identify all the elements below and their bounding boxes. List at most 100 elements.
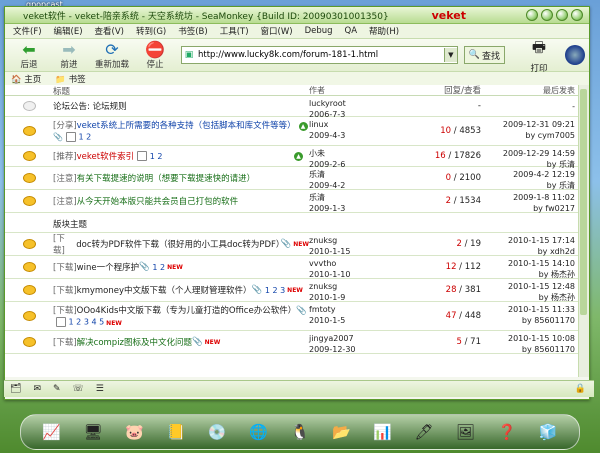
reload-button[interactable]: ⟳ 重新加载 [89, 40, 135, 71]
reply-count: 2 [456, 239, 462, 249]
pen-app-icon[interactable]: 🖊 [413, 421, 435, 443]
thread-title[interactable]: veket软件索引 [77, 150, 134, 162]
table-row[interactable]: [下载] 解决compiz图标及中文化问题 📎 NEW jingya2007 2009-… [5, 331, 579, 354]
chart-app-icon[interactable]: 📈 [41, 421, 63, 443]
help-app-icon[interactable]: ❓ [496, 421, 518, 443]
menu-file[interactable]: 文件(F) [13, 25, 42, 37]
last-post-date[interactable]: 2010-1-15 11:33 [487, 304, 575, 315]
thread-title[interactable]: veket系统上所需要的各种支持（包括脚本和库文件等等） [77, 121, 296, 131]
composer-icon[interactable]: ✎ [53, 384, 61, 394]
vertical-scrollbar[interactable] [578, 85, 589, 377]
menu-edit[interactable]: 编辑(E) [54, 25, 83, 37]
last-post-date[interactable]: 2009-12-29 14:59 [487, 148, 575, 159]
home-bookmark[interactable]: 🏠 主页 [11, 73, 41, 85]
menu-tools[interactable]: 工具(T) [220, 25, 249, 37]
table-row[interactable]: [下载] kmymoney中文版下载（个人理财管理软件） 📎 1 2 3 NEW zn… [5, 279, 579, 302]
view-count: 381 [464, 285, 481, 295]
pet-app-icon[interactable]: 🐷 [123, 421, 145, 443]
url-dropdown-icon[interactable]: ▼ [443, 48, 457, 62]
cube-app-icon[interactable]: 🧊 [537, 421, 559, 443]
forward-button[interactable]: ➡ 前进 [49, 40, 89, 71]
security-icon[interactable]: 🔒 [575, 384, 586, 394]
last-post-by[interactable]: by fw0217 [487, 203, 575, 214]
thread-author[interactable]: 小未 [309, 148, 403, 159]
table-row[interactable]: [注意] 从今天开始本版只能共会员自己打包的软件 乐清 2009-1-3 2 / 1… [5, 190, 579, 213]
view-count: 4853 [459, 126, 481, 136]
bookmarks-folder[interactable]: 📁 书签 [55, 73, 85, 85]
announcement-row[interactable]: 论坛公告: 论坛规则 luckyroot 2006-7-3 - - [5, 96, 579, 119]
thread-title[interactable]: 有关下载提速的说明（想要下载提速快的请进） [77, 172, 256, 184]
stop-label: 停止 [146, 60, 164, 70]
thread-author[interactable]: fmtoty [309, 304, 403, 315]
menu-bookmarks[interactable]: 书签(B) [178, 25, 207, 37]
table-row[interactable]: [下载] doc转为PDF软件下载（很好用的小工具doc转为PDF） 📎 NEW zn… [5, 233, 579, 256]
thread-title[interactable]: OOo4Kids中文版下载（专为儿童打造的Office办公软件） [77, 306, 297, 316]
menu-window[interactable]: 窗口(W) [261, 25, 293, 37]
network-app-icon[interactable]: 🌐 [248, 421, 270, 443]
thread-author[interactable]: vvvtho [309, 258, 403, 269]
search-button[interactable]: 🔍 查找 [463, 46, 505, 64]
restore-icon[interactable] [556, 9, 568, 21]
thread-author[interactable]: znuksg [309, 235, 403, 246]
penguin-app-icon[interactable]: 🐧 [289, 421, 311, 443]
table-row[interactable]: [分享]veket系统上所需要的各种支持（包括脚本和库文件等等） ▲ 📎 1 2 … [5, 117, 579, 146]
table-row[interactable]: [推荐] veket软件索引 1 2 ▲ 小未 2009-2-6 16 / 17826… [5, 146, 579, 169]
table-row[interactable]: [下载] wine一个程序护 📎 1 2 NEW vvvtho 2010-1-10 12… [5, 256, 579, 279]
url-bar[interactable]: ▣ ▼ [181, 46, 458, 64]
navigator-icon[interactable]: 🗂 [10, 384, 21, 394]
thread-title[interactable]: 从今天开始本版只能共会员自己打包的软件 [77, 195, 239, 207]
last-post-date[interactable]: 2010-1-15 12:48 [487, 281, 575, 292]
mail-icon[interactable]: ✉ [33, 384, 41, 394]
menu-go[interactable]: 转到(G) [136, 25, 166, 37]
page-links[interactable]: 1 2 [150, 152, 163, 161]
table-row[interactable]: [下载]OOo4Kids中文版下载（专为儿童打造的Office办公软件）📎 1 … [5, 302, 579, 331]
thread-bubble-icon [22, 262, 36, 272]
scrollbar-thumb[interactable] [580, 89, 587, 315]
thread-author[interactable]: jingya2007 [309, 333, 403, 344]
disc-app-icon[interactable]: 💿 [206, 421, 228, 443]
thread-author[interactable]: 乐清 [309, 192, 403, 203]
thread-title[interactable]: 解决compiz图标及中文化问题 [77, 336, 192, 348]
thread-author[interactable]: linux [309, 119, 403, 130]
page-links[interactable]: 1 2 3 4 5 [69, 318, 105, 327]
last-post-date[interactable]: 2010-1-15 17:14 [487, 235, 575, 246]
last-post-by[interactable]: by cym7005 [487, 130, 575, 141]
last-post-date[interactable]: 2010-1-15 10:08 [487, 333, 575, 344]
menu-qa[interactable]: QA [345, 26, 358, 36]
navigation-toolbar: ⬅ 后退 ➡ 前进 ⟳ 重新加载 ⛔ 停止 ▣ ▼ 🔍 查找 🖶 打印 [5, 37, 589, 74]
last-post-date[interactable]: 2009-4-2 12:19 [487, 169, 575, 180]
last-post-date[interactable]: 2009-1-8 11:02 [487, 192, 575, 203]
files-app-icon[interactable]: 📂 [330, 421, 352, 443]
close-icon[interactable] [571, 9, 583, 21]
stop-button[interactable]: ⛔ 停止 [135, 40, 175, 71]
last-post-date[interactable]: 2010-1-15 14:10 [487, 258, 575, 269]
last-post-by[interactable]: by 85601170 [487, 344, 575, 355]
menu-view[interactable]: 查看(V) [95, 25, 124, 37]
back-button[interactable]: ⬅ 后退 [9, 40, 49, 71]
minimize-icon[interactable] [526, 9, 538, 21]
url-input[interactable] [196, 49, 444, 61]
thread-title[interactable]: kmymoney中文版下载（个人理财管理软件） [77, 284, 252, 296]
addressbook-icon[interactable]: ☰ [96, 384, 104, 394]
page-links[interactable]: 1 2 [79, 133, 92, 142]
maximize-icon[interactable] [541, 9, 553, 21]
menu-help[interactable]: 帮助(H) [369, 25, 399, 37]
thread-title[interactable]: wine一个程序护 [77, 261, 139, 273]
notes-app-icon[interactable]: 📒 [165, 421, 187, 443]
thread-author[interactable]: znuksg [309, 281, 403, 292]
last-post-by[interactable]: by 85601170 [487, 315, 575, 326]
page-links[interactable]: 1 2 3 [265, 286, 285, 295]
thread-title[interactable]: doc转为PDF软件下载（很好用的小工具doc转为PDF） [76, 238, 284, 250]
table-row[interactable]: [注意] 有关下载提速的说明（想要下载提速快的请进） 乐清 2009-4-2 0 /… [5, 167, 579, 190]
announcement-title[interactable]: 论坛公告: 论坛规则 [53, 96, 309, 116]
monitor-app-icon[interactable]: 🖥 [82, 421, 104, 443]
menu-debug[interactable]: Debug [305, 26, 333, 36]
chat-icon[interactable]: ☏ [73, 384, 84, 394]
office-app-icon[interactable]: 📊 [372, 421, 394, 443]
page-links[interactable]: 1 2 [152, 263, 165, 272]
image-app-icon[interactable]: 🖼 [454, 421, 476, 443]
last-post-date[interactable]: 2009-12-31 09:21 [487, 119, 575, 130]
announcement-author[interactable]: luckyroot [309, 98, 403, 109]
thread-author[interactable]: 乐清 [309, 169, 403, 180]
print-button[interactable]: 🖶 打印 [519, 37, 559, 74]
